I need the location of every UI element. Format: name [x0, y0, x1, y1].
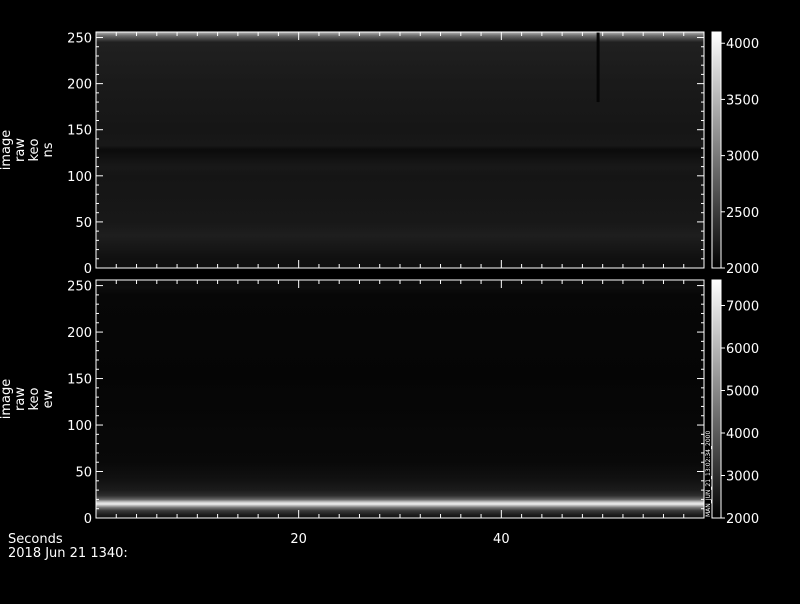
cb-tick-label-0-3500: 3500 [726, 93, 759, 108]
y-tick-label-0-250: 250 [67, 32, 92, 47]
y-axis-label-1-1: raw [13, 387, 28, 411]
artifact-0-0 [596, 32, 600, 103]
cb-tick-label-0-2000: 2000 [726, 262, 759, 277]
y-axis-label-0-2: keo [27, 138, 42, 161]
y-axis-label-1-3: ew [41, 389, 56, 408]
x-tick-label-20: 20 [290, 532, 307, 547]
date-label: 2018 Jun 21 1340: [8, 546, 128, 561]
y-tick-label-1-50: 50 [75, 466, 92, 481]
y-tick-label-1-250: 250 [67, 280, 92, 295]
y-tick-label-1-100: 100 [67, 419, 92, 434]
y-tick-label-1-150: 150 [67, 373, 92, 388]
cb-tick-label-1-4000: 4000 [726, 427, 759, 442]
cb-tick-label-1-7000: 7000 [726, 300, 759, 315]
y-tick-label-1-0: 0 [84, 512, 92, 527]
y-tick-label-1-200: 200 [67, 326, 92, 341]
y-tick-label-0-0: 0 [84, 262, 92, 277]
colorbar-0 [712, 32, 721, 268]
heatmap-1 [96, 280, 704, 518]
cb-tick-label-0-3000: 3000 [726, 150, 759, 165]
x-axis-label: Seconds [8, 532, 63, 547]
y-axis-label-0-3: ns [41, 142, 56, 157]
cb-tick-label-1-5000: 5000 [726, 385, 759, 400]
cb-tick-label-1-6000: 6000 [726, 342, 759, 357]
y-tick-label-0-50: 50 [75, 216, 92, 231]
cb-tick-label-1-3000: 3000 [726, 470, 759, 485]
side-label-1: MAN_JUN_21_13:02:34_2000 [705, 431, 712, 517]
y-axis-label-0-0: image [0, 130, 14, 171]
y-axis-label-0-1: raw [13, 138, 28, 162]
y-tick-label-0-150: 150 [67, 124, 92, 139]
y-axis-label-1-2: keo [27, 387, 42, 410]
y-axis-label-1-0: image [0, 379, 14, 420]
cb-tick-label-0-2500: 2500 [726, 206, 759, 221]
y-tick-label-0-100: 100 [67, 170, 92, 185]
x-tick-label-40: 40 [493, 532, 510, 547]
colorbar-1 [712, 280, 721, 518]
heatmap-0 [96, 32, 704, 268]
cb-tick-label-0-4000: 4000 [726, 37, 759, 52]
keogram-figure: 050100150200250image raw keo ns200025003000… [0, 31, 759, 561]
y-tick-label-0-200: 200 [67, 78, 92, 93]
cb-tick-label-1-2000: 2000 [726, 512, 759, 527]
